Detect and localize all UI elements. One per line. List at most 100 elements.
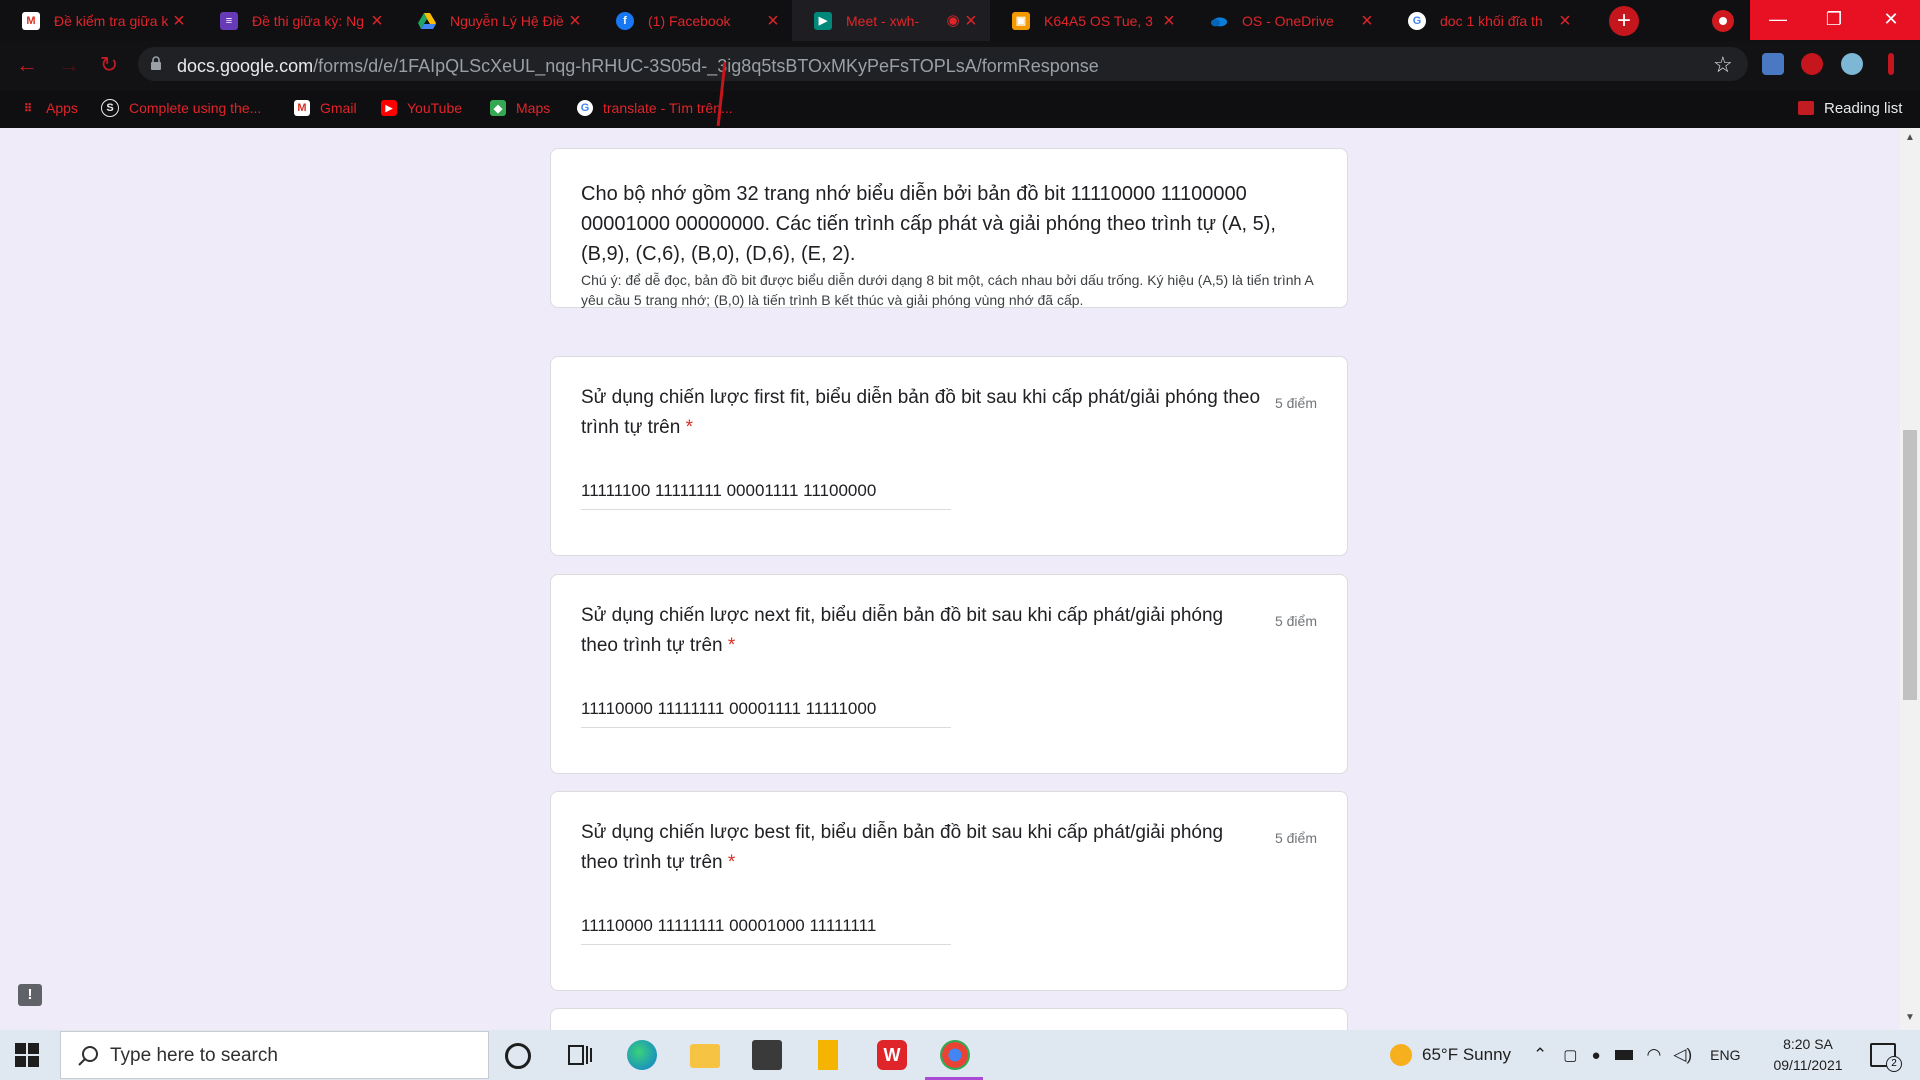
bookmark-label: YouTube bbox=[407, 100, 463, 116]
task-view-icon[interactable] bbox=[565, 1040, 595, 1070]
bookmark-label: Gmail bbox=[320, 100, 357, 116]
weather-text[interactable]: 65°F Sunny bbox=[1422, 1045, 1511, 1065]
close-icon[interactable]: × bbox=[1160, 11, 1178, 31]
new-tab-button[interactable]: + bbox=[1609, 6, 1639, 36]
answer-input[interactable]: 11110000 11111111 00001000 11111111 bbox=[581, 908, 951, 945]
restore-button[interactable]: ❐ bbox=[1806, 0, 1862, 40]
edge-browser-icon[interactable] bbox=[627, 1040, 657, 1070]
question-card-next bbox=[550, 1008, 1348, 1030]
clock[interactable]: 8:20 SA 09/11/2021 bbox=[1758, 1034, 1858, 1076]
tab-facebook[interactable]: f (1) Facebook × bbox=[594, 0, 792, 41]
s-logo-icon: S bbox=[101, 99, 119, 117]
file-explorer-icon[interactable] bbox=[690, 1044, 720, 1068]
windows-start-icon[interactable] bbox=[14, 1042, 40, 1068]
question-title: Sử dụng chiến lược next fit, biểu diễn b… bbox=[581, 601, 1261, 661]
required-marker: * bbox=[685, 417, 694, 438]
wifi-icon[interactable]: ◠ bbox=[1647, 1045, 1662, 1065]
language-indicator[interactable]: ENG bbox=[1710, 1047, 1740, 1063]
google-translate-icon[interactable] bbox=[1762, 53, 1784, 75]
taskbar-search-box[interactable]: Type here to search bbox=[60, 1031, 489, 1079]
onedrive-icon bbox=[1210, 12, 1228, 30]
tab-google-drive[interactable]: Nguyễn Lý Hệ Điề × bbox=[396, 0, 594, 41]
forward-icon[interactable]: → bbox=[56, 52, 82, 78]
reload-icon[interactable]: ↻ bbox=[96, 52, 122, 78]
chevron-up-icon[interactable]: ⌃ bbox=[1533, 1045, 1547, 1065]
menu-kebab-icon[interactable] bbox=[1888, 53, 1894, 75]
clock-time: 8:20 SA bbox=[1783, 1036, 1833, 1052]
bookmark-maps[interactable]: ◆ Maps bbox=[490, 96, 550, 120]
facebook-icon: f bbox=[616, 11, 634, 30]
bookmark-label: Complete using the... bbox=[129, 100, 262, 116]
close-icon[interactable]: × bbox=[764, 11, 782, 31]
bookmark-translate[interactable]: G translate - Tìm trên... bbox=[577, 96, 733, 120]
bookmark-star-icon[interactable]: ☆ bbox=[1713, 52, 1733, 78]
close-icon[interactable]: × bbox=[962, 11, 980, 31]
meet-camera-icon[interactable]: ▢ bbox=[1563, 1046, 1577, 1064]
lock-icon[interactable] bbox=[150, 56, 162, 70]
volume-icon[interactable]: ◁) bbox=[1673, 1045, 1692, 1065]
tab-google-classroom[interactable]: ▣ K64A5 OS Tue, 3 × bbox=[990, 0, 1188, 41]
tab-search-icon[interactable] bbox=[1712, 10, 1734, 32]
chrome-icon[interactable] bbox=[940, 1040, 970, 1070]
form-page: Cho bộ nhớ gồm 32 trang nhớ biểu diễn bở… bbox=[0, 128, 1920, 1030]
tab-title: Đề thi giữa kỳ: Ng bbox=[252, 12, 365, 29]
question-text: Sử dụng chiến lược first fit, biểu diễn … bbox=[581, 387, 1261, 438]
reading-list-button[interactable]: Reading list bbox=[1798, 96, 1902, 120]
google-icon: G bbox=[577, 100, 593, 116]
url-text[interactable]: docs.google.com/forms/d/e/1FAIpQLScXeUL_… bbox=[177, 56, 1099, 77]
google-meet-icon: ▶ bbox=[814, 11, 832, 30]
windows-taskbar: Type here to search W 65°F Sunny ⌃ ▢ ● ◠… bbox=[0, 1030, 1920, 1080]
close-icon[interactable]: × bbox=[170, 11, 188, 31]
reading-list-icon bbox=[1798, 101, 1814, 115]
tab-google-meet[interactable]: ▶ Meet - xwh- ◉ × bbox=[792, 0, 990, 41]
question-card-first-fit: Sử dụng chiến lược first fit, biểu diễn … bbox=[550, 356, 1348, 556]
close-icon[interactable]: × bbox=[566, 11, 584, 31]
bookmark-apps[interactable]: ⠿ Apps bbox=[20, 96, 78, 120]
back-icon[interactable]: ← bbox=[14, 52, 40, 78]
gmail-icon: M bbox=[22, 11, 40, 30]
tab-google-forms[interactable]: ≡ Đề thi giữa kỳ: Ng × bbox=[198, 0, 396, 41]
microsoft-store-icon[interactable] bbox=[752, 1040, 782, 1070]
recording-icon: ◉ bbox=[946, 11, 960, 29]
report-feedback-icon[interactable]: ! bbox=[18, 984, 42, 1006]
question-card-next-fit: Sử dụng chiến lược next fit, biểu diễn b… bbox=[550, 574, 1348, 774]
section-description-title: Cho bộ nhớ gồm 32 trang nhớ biểu diễn bở… bbox=[581, 183, 1276, 265]
question-title: Sử dụng chiến lược best fit, biểu diễn b… bbox=[581, 818, 1261, 878]
tab-title: Đề kiểm tra giữa k bbox=[54, 12, 169, 29]
scroll-up-arrow-icon[interactable]: ▲ bbox=[1905, 132, 1915, 143]
search-icon bbox=[78, 1046, 98, 1066]
question-text: Sử dụng chiến lược best fit, biểu diễn b… bbox=[581, 822, 1224, 873]
weather-icon[interactable] bbox=[1390, 1044, 1412, 1066]
sticky-notes-icon[interactable] bbox=[818, 1040, 838, 1070]
required-marker: * bbox=[727, 635, 736, 656]
tab-onedrive[interactable]: OS - OneDrive × bbox=[1188, 0, 1386, 41]
section-description-note: Chú ý: để dễ đọc, bản đồ bit được biểu d… bbox=[581, 272, 1313, 308]
answer-input[interactable]: 11111100 11111111 00001111 11100000 bbox=[581, 473, 951, 510]
tab-google-search[interactable]: G doc 1 khối đĩa th × bbox=[1386, 0, 1584, 41]
battery-icon[interactable] bbox=[1614, 1050, 1633, 1060]
required-marker: * bbox=[727, 852, 736, 873]
google-search-icon: G bbox=[1408, 11, 1426, 30]
clock-date: 09/11/2021 bbox=[1773, 1057, 1843, 1073]
avatar[interactable] bbox=[1841, 53, 1863, 75]
search-placeholder: Type here to search bbox=[110, 1045, 278, 1066]
answer-input[interactable]: 11110000 11111111 00001111 11111000 bbox=[581, 691, 951, 728]
bookmark-complete-using[interactable]: S Complete using the... bbox=[101, 96, 261, 120]
wps-office-icon[interactable]: W bbox=[877, 1040, 907, 1070]
close-icon[interactable]: × bbox=[368, 11, 386, 31]
close-icon[interactable]: × bbox=[1556, 11, 1574, 31]
bookmark-youtube[interactable]: ▶ YouTube bbox=[381, 96, 462, 120]
scroll-down-arrow-icon[interactable]: ▼ bbox=[1905, 1012, 1915, 1023]
bookmark-gmail[interactable]: M Gmail bbox=[294, 96, 357, 120]
minimize-button[interactable]: — bbox=[1750, 0, 1806, 40]
google-drive-icon bbox=[418, 12, 436, 30]
system-tray: 65°F Sunny ⌃ ▢ ● ◠ ◁) ENG bbox=[1390, 1030, 1740, 1080]
scrollbar-thumb[interactable] bbox=[1903, 430, 1917, 700]
extensions-icon[interactable] bbox=[1801, 53, 1823, 75]
close-icon[interactable]: × bbox=[1358, 11, 1376, 31]
reading-list-label: Reading list bbox=[1824, 99, 1903, 117]
close-window-button[interactable]: ✕ bbox=[1862, 0, 1920, 40]
microphone-icon[interactable]: ● bbox=[1591, 1047, 1600, 1064]
cortana-icon[interactable] bbox=[505, 1043, 531, 1069]
tab-gmail[interactable]: M Đề kiểm tra giữa k × bbox=[0, 0, 198, 41]
